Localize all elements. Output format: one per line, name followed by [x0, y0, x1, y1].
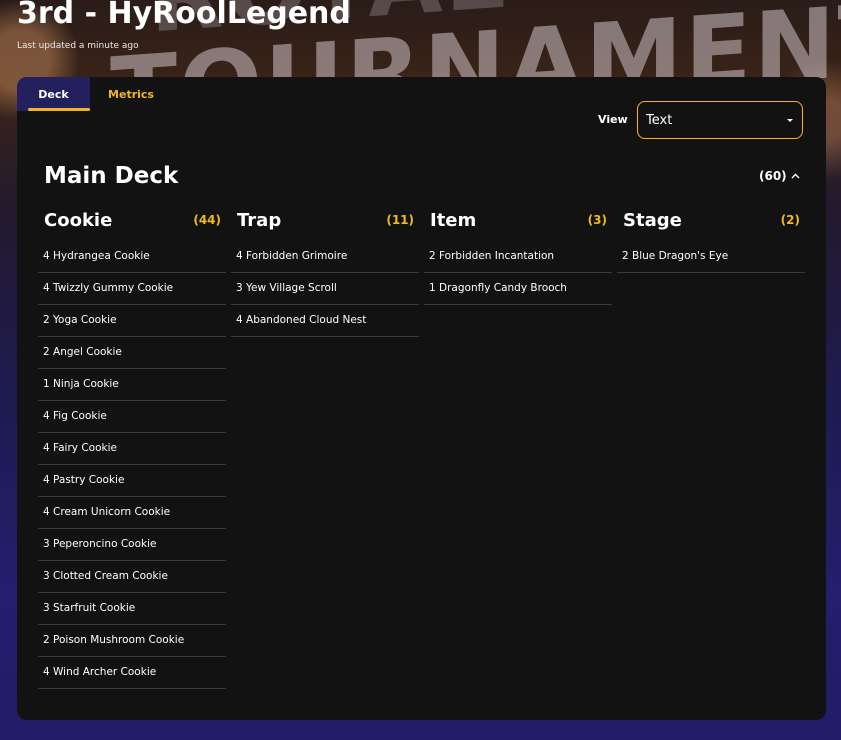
card-row[interactable]: 4 Forbidden Grimoire — [231, 241, 419, 273]
card-row[interactable]: 3 Clotted Cream Cookie — [38, 561, 226, 593]
category-cookie: Cookie (44) 4 Hydrangea Cookie 4 Twizzly… — [38, 205, 226, 689]
deck-panel: Deck Metrics View Text Main Deck (60) Co… — [17, 77, 826, 720]
chevron-up-icon — [791, 173, 800, 179]
category-header: Cookie (44) — [38, 205, 226, 235]
tab-deck[interactable]: Deck — [17, 77, 90, 111]
category-trap: Trap (11) 4 Forbidden Grimoire 3 Yew Vil… — [231, 205, 419, 689]
card-list: 2 Forbidden Incantation 1 Dragonfly Cand… — [424, 241, 612, 305]
category-header: Item (3) — [424, 205, 612, 235]
tab-bar: Deck Metrics — [17, 77, 172, 113]
caret-down-icon — [787, 119, 793, 122]
main-deck-title: Main Deck — [44, 163, 179, 189]
category-title: Trap — [237, 209, 282, 231]
card-row[interactable]: 2 Angel Cookie — [38, 337, 226, 369]
card-row[interactable]: 3 Starfruit Cookie — [38, 593, 226, 625]
card-row[interactable]: 4 Pastry Cookie — [38, 465, 226, 497]
main-deck-toggle[interactable]: (60) — [759, 169, 800, 183]
view-label: View — [598, 113, 628, 126]
category-title: Item — [430, 209, 477, 231]
last-updated-text: Last updated a minute ago — [17, 41, 139, 51]
card-row[interactable]: 3 Yew Village Scroll — [231, 273, 419, 305]
card-row[interactable]: 4 Fairy Cookie — [38, 433, 226, 465]
category-count: (11) — [386, 213, 414, 227]
view-select[interactable]: Text — [637, 101, 803, 139]
category-stage: Stage (2) 2 Blue Dragon's Eye — [617, 205, 805, 689]
card-row[interactable]: 3 Peperoncino Cookie — [38, 529, 226, 561]
card-list: 4 Forbidden Grimoire 3 Yew Village Scrol… — [231, 241, 419, 337]
card-row[interactable]: 4 Wind Archer Cookie — [38, 657, 226, 689]
tab-metrics[interactable]: Metrics — [90, 77, 172, 113]
page-title: 3rd - HyRoolLegend — [17, 0, 351, 31]
category-title: Cookie — [44, 209, 113, 231]
card-row[interactable]: 1 Ninja Cookie — [38, 369, 226, 401]
card-list: 4 Hydrangea Cookie 4 Twizzly Gummy Cooki… — [38, 241, 226, 689]
card-row[interactable]: 2 Yoga Cookie — [38, 305, 226, 337]
card-row[interactable]: 2 Blue Dragon's Eye — [617, 241, 805, 273]
card-row[interactable]: 4 Twizzly Gummy Cookie — [38, 273, 226, 305]
card-row[interactable]: 2 Poison Mushroom Cookie — [38, 625, 226, 657]
category-count: (44) — [193, 213, 221, 227]
card-row[interactable]: 4 Fig Cookie — [38, 401, 226, 433]
category-count: (2) — [780, 213, 800, 227]
main-deck-count: (60) — [759, 169, 787, 183]
card-row[interactable]: 1 Dragonfly Candy Brooch — [424, 273, 612, 305]
category-columns: Cookie (44) 4 Hydrangea Cookie 4 Twizzly… — [38, 205, 805, 689]
category-header: Stage (2) — [617, 205, 805, 235]
card-row[interactable]: 2 Forbidden Incantation — [424, 241, 612, 273]
category-header: Trap (11) — [231, 205, 419, 235]
category-title: Stage — [623, 209, 682, 231]
view-select-value: Text — [646, 112, 673, 128]
card-row[interactable]: 4 Cream Unicorn Cookie — [38, 497, 226, 529]
card-list: 2 Blue Dragon's Eye — [617, 241, 805, 273]
card-row[interactable]: 4 Hydrangea Cookie — [38, 241, 226, 273]
category-item: Item (3) 2 Forbidden Incantation 1 Drago… — [424, 205, 612, 689]
category-count: (3) — [587, 213, 607, 227]
card-row[interactable]: 4 Abandoned Cloud Nest — [231, 305, 419, 337]
